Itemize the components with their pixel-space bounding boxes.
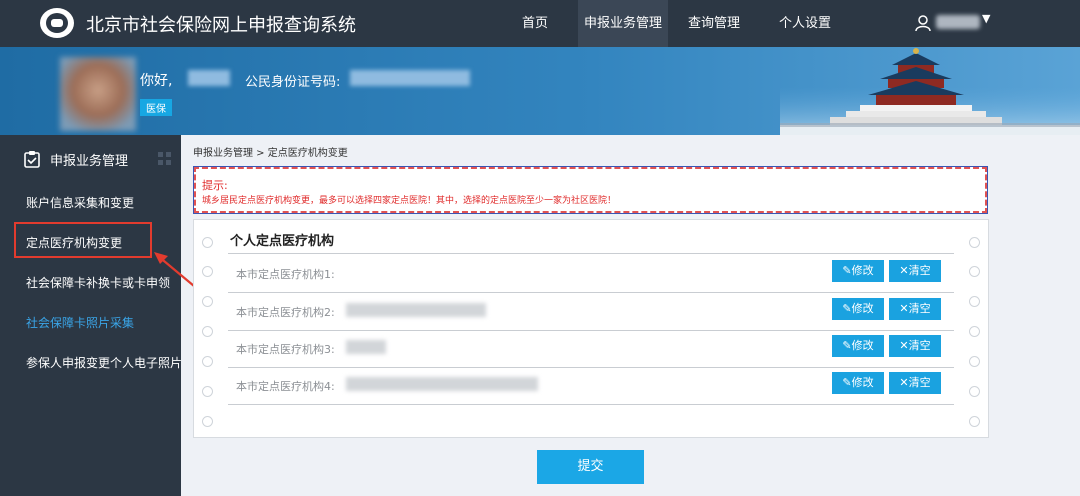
social-insurance-logo-icon [40, 8, 74, 38]
edit-button-label: 修改 [851, 339, 874, 352]
sidebar-header: 申报业务管理 [0, 135, 181, 180]
nav-personal-settings[interactable]: 个人设置 [774, 0, 836, 47]
close-icon: ✕ [899, 302, 909, 315]
pencil-icon: ✎ [842, 264, 852, 277]
grid-icon[interactable] [158, 152, 172, 166]
sidebar-item-electronic-photo[interactable]: 参保人申报变更个人电子照片 [26, 354, 182, 371]
clear-hospital-2-button[interactable]: ✕清空 [889, 298, 941, 320]
edit-button-label: 修改 [851, 302, 874, 315]
greeting: 你好, [140, 73, 173, 89]
system-title: 北京市社会保险网上申报查询系统 [86, 15, 356, 36]
edit-button-label: 修改 [851, 376, 874, 389]
tip-title: 提示: [202, 179, 228, 192]
radio-right-4[interactable] [969, 326, 980, 337]
table-row: 本市定点医疗机构1: ✎修改 ✕清空 [228, 255, 954, 293]
radio-left-2[interactable] [202, 266, 213, 277]
clear-hospital-4-button[interactable]: ✕清空 [889, 372, 941, 394]
hospital-1-label: 本市定点医疗机构1: [236, 268, 335, 281]
pencil-icon: ✎ [842, 376, 852, 389]
pencil-icon: ✎ [842, 302, 852, 315]
user-name-redacted[interactable] [936, 15, 980, 29]
table-row: 本市定点医疗机构4: ✎修改 ✕清空 [228, 367, 954, 405]
radio-right-7[interactable] [969, 416, 980, 427]
hospital-3-label: 本市定点医疗机构3: [236, 343, 335, 356]
edit-button-label: 修改 [851, 264, 874, 277]
hospital-4-value-redacted [346, 377, 538, 391]
close-icon: ✕ [899, 264, 909, 277]
clear-button-label: 清空 [908, 376, 931, 389]
edit-hospital-3-button[interactable]: ✎修改 [832, 335, 884, 357]
title-divider [228, 253, 954, 254]
close-icon: ✕ [899, 339, 909, 352]
radio-right-3[interactable] [969, 296, 980, 307]
hospital-2-value-redacted [346, 303, 486, 317]
edit-hospital-4-button[interactable]: ✎修改 [832, 372, 884, 394]
radio-left-1[interactable] [202, 237, 213, 248]
edit-hospital-1-button[interactable]: ✎修改 [832, 260, 884, 282]
hospital-3-value-redacted [346, 340, 386, 354]
radio-right-6[interactable] [969, 386, 980, 397]
radio-left-6[interactable] [202, 386, 213, 397]
user-banner: 你好, 公民身份证号码: 医保 [0, 47, 1080, 135]
clear-hospital-3-button[interactable]: ✕清空 [889, 335, 941, 357]
sidebar-item-account-info[interactable]: 账户信息采集和变更 [26, 194, 134, 211]
highlight-box [14, 222, 152, 258]
tip-box: 提示: 城乡居民定点医疗机构变更，最多可以选择四家定点医院！其中，选择的定点医院… [193, 166, 988, 214]
close-icon: ✕ [899, 376, 909, 389]
temple-of-heaven-image [780, 48, 1080, 135]
insurance-type-badge: 医保 [140, 99, 172, 116]
clear-button-label: 清空 [908, 339, 931, 352]
edit-hospital-2-button[interactable]: ✎修改 [832, 298, 884, 320]
hospital-4-label: 本市定点医疗机构4: [236, 380, 335, 393]
sidebar-item-card-replacement[interactable]: 社会保障卡补换卡或卡申领 [26, 274, 170, 291]
hospital-2-label: 本市定点医疗机构2: [236, 306, 335, 319]
radio-right-2[interactable] [969, 266, 980, 277]
clipboard-icon [24, 151, 40, 168]
id-number-redacted [350, 70, 470, 86]
radio-left-3[interactable] [202, 296, 213, 307]
pencil-icon: ✎ [842, 339, 852, 352]
nav-home[interactable]: 首页 [512, 0, 558, 47]
submit-button[interactable]: 提交 [537, 450, 644, 484]
avatar [60, 57, 136, 131]
radio-left-4[interactable] [202, 326, 213, 337]
table-row: 本市定点医疗机构3: ✎修改 ✕清空 [228, 330, 954, 368]
tip-text: 城乡居民定点医疗机构变更，最多可以选择四家定点医院！其中，选择的定点医院至少一家… [202, 196, 617, 206]
sidebar-title: 申报业务管理 [50, 154, 129, 169]
clear-hospital-1-button[interactable]: ✕清空 [889, 260, 941, 282]
radio-left-5[interactable] [202, 356, 213, 367]
nav-query-management[interactable]: 查询管理 [684, 0, 744, 47]
top-nav-bar: 北京市社会保险网上申报查询系统 首页 申报业务管理 查询管理 个人设置 ▼ [0, 0, 1080, 47]
radio-left-7[interactable] [202, 416, 213, 427]
user-icon[interactable] [914, 14, 932, 32]
clear-button-label: 清空 [908, 302, 931, 315]
table-row: 本市定点医疗机构2: ✎修改 ✕清空 [228, 293, 954, 331]
nav-declaration-management[interactable]: 申报业务管理 [578, 0, 668, 47]
id-number-label: 公民身份证号码: [245, 75, 341, 90]
panel-title: 个人定点医疗机构 [230, 234, 335, 249]
radio-right-5[interactable] [969, 356, 980, 367]
breadcrumb: 申报业务管理 > 定点医疗机构变更 [193, 148, 348, 159]
user-name-redacted [188, 70, 230, 86]
clear-button-label: 清空 [908, 264, 931, 277]
sidebar-item-card-photo[interactable]: 社会保障卡照片采集 [26, 314, 134, 331]
radio-right-1[interactable] [969, 237, 980, 248]
user-menu-caret-icon[interactable]: ▼ [982, 12, 990, 25]
